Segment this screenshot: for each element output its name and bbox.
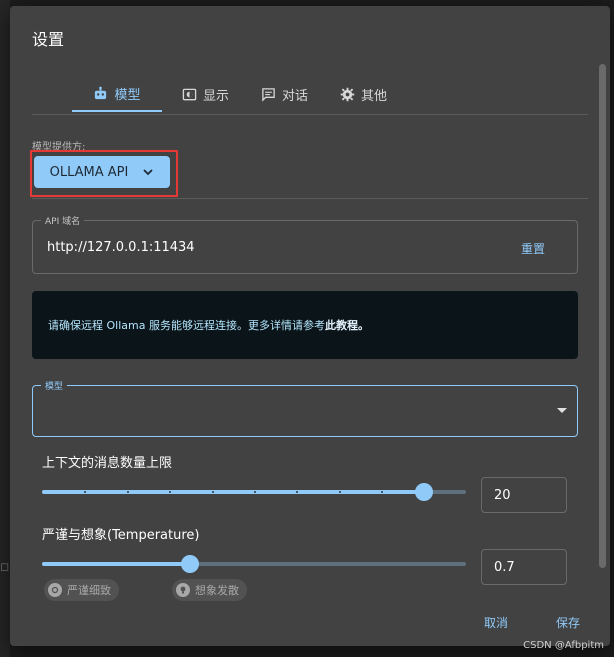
strict-chip[interactable]: 严谨细致 — [44, 579, 119, 601]
model-legend: 模型 — [41, 379, 68, 392]
imaginative-chip-label: 想象发散 — [195, 584, 239, 597]
settings-dialog: 设置 模型 显示 对话 其他 模型提供方: OLLAMA API API 域名 … — [10, 6, 610, 646]
temperature-slider-fill — [42, 562, 190, 566]
context-limit-title: 上下文的消息数量上限 — [42, 456, 173, 471]
tab-display[interactable]: 显示 — [170, 76, 241, 112]
provider-selected-label: OLLAMA API — [49, 164, 129, 180]
provider-select-button[interactable]: OLLAMA API — [34, 156, 170, 188]
tab-other[interactable]: 其他 — [328, 76, 399, 112]
display-icon — [182, 88, 197, 100]
tab-divider — [32, 114, 588, 115]
info-banner: 请确保远程 Ollama 服务能够远程连接。更多详情请参考 此教程。 — [32, 291, 578, 359]
temperature-slider[interactable] — [42, 555, 466, 573]
robot-icon — [95, 86, 107, 99]
tab-model[interactable]: 模型 — [72, 76, 162, 112]
slider-tick — [169, 491, 171, 493]
tab-other-label: 其他 — [361, 88, 388, 104]
dialog-title: 设置 — [32, 30, 65, 49]
temperature-title: 严谨与想象(Temperature) — [42, 528, 200, 543]
imaginative-chip[interactable]: 想象发散 — [172, 579, 247, 601]
slider-tick — [381, 491, 383, 493]
tab-bar: 模型 显示 对话 其他 — [72, 76, 407, 114]
strict-chip-label: 严谨细致 — [67, 584, 111, 597]
chevron-down-icon — [143, 169, 153, 176]
lightbulb-icon — [176, 583, 190, 597]
reset-button[interactable]: 重置 — [521, 240, 545, 257]
slider-tick — [127, 491, 129, 493]
model-select[interactable]: 模型 — [32, 379, 578, 437]
tutorial-link[interactable]: 此教程。 — [325, 317, 369, 333]
context-limit-input[interactable]: 20 — [481, 477, 567, 513]
backdrop: ◻ — [0, 0, 10, 657]
tab-model-label: 模型 — [114, 87, 141, 103]
slider-tick — [254, 491, 256, 493]
dropdown-arrow-icon[interactable] — [557, 408, 567, 413]
slider-tick — [296, 491, 298, 493]
chat-icon — [262, 87, 275, 102]
precision-icon — [48, 583, 62, 597]
api-domain-field[interactable]: API 域名 http://127.0.0.1:11434 重置 — [32, 214, 578, 274]
section-divider — [32, 198, 588, 199]
cancel-button[interactable]: 取消 — [484, 614, 508, 631]
slider-tick — [212, 491, 214, 493]
temperature-input[interactable]: 0.7 — [481, 549, 567, 585]
watermark: CSDN @Afbpitm — [523, 640, 604, 651]
slider-tick — [84, 491, 86, 493]
temperature-slider-thumb[interactable] — [181, 555, 199, 573]
scrollbar[interactable] — [599, 64, 606, 568]
context-limit-slider[interactable] — [42, 483, 466, 501]
api-domain-input[interactable]: http://127.0.0.1:11434 — [47, 240, 195, 255]
save-button[interactable]: 保存 — [556, 614, 580, 631]
tab-chat-label: 对话 — [282, 88, 309, 104]
slider-tick — [339, 491, 341, 493]
info-text: 请确保远程 Ollama 服务能够远程连接。更多详情请参考 — [48, 319, 325, 332]
gear-icon — [340, 87, 355, 101]
tab-chat[interactable]: 对话 — [249, 76, 320, 112]
context-limit-slider-thumb[interactable] — [415, 483, 433, 501]
tab-display-label: 显示 — [203, 88, 230, 104]
context-limit-slider-fill — [42, 490, 424, 494]
backdrop-fragment: ◻ — [0, 560, 10, 573]
api-domain-legend: API 域名 — [41, 214, 85, 227]
